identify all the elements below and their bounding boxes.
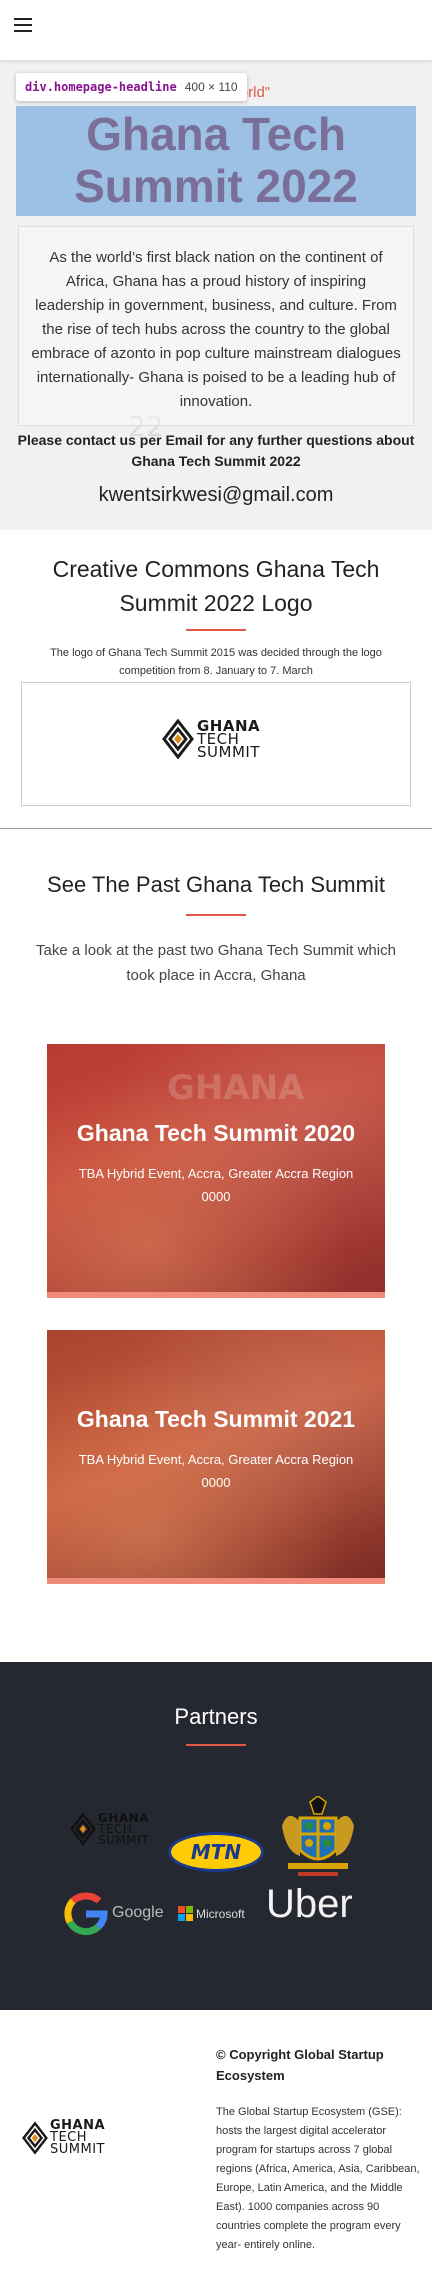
partner-logo-uber[interactable]: Uber — [266, 1882, 353, 1927]
logo-word-3: SUMMIT — [98, 1832, 149, 1847]
partners-title: Partners — [174, 1704, 258, 1729]
partner-logo-google[interactable]: Google — [64, 1888, 164, 1938]
devtools-dims: 400 × 110 — [184, 80, 238, 94]
title-separator — [186, 1744, 246, 1746]
microsoft-label: Microsoft — [196, 1906, 245, 1921]
title-separator — [186, 629, 246, 631]
devtools-tooltip: div.homepage-headline 400 × 110 — [16, 73, 247, 101]
card-title[interactable]: Ghana Tech Summit 2021 — [47, 1406, 385, 1433]
contact-email-link[interactable]: kwentsirkwesi@gmail.com — [16, 484, 416, 507]
card-title[interactable]: Ghana Tech Summit 2020 — [47, 1120, 385, 1147]
summit-card-2020[interactable]: GHANA Ghana Tech Summit 2020 TBA Hybrid … — [47, 1044, 385, 1298]
homepage-headline: Ghana Tech Summit 2022 — [16, 108, 416, 212]
mtn-label: MTN — [190, 1840, 242, 1864]
logo-word-3: SUMMIT — [197, 742, 260, 761]
logo-diamond-icon — [70, 1812, 96, 1846]
logo-diamond-icon — [22, 2121, 48, 2155]
headline-line-1: Ghana Tech — [86, 108, 346, 160]
past-summits-text: Take a look at the past two Ghana Tech S… — [36, 942, 396, 984]
section-divider — [0, 828, 432, 829]
ghana-tech-summit-logo: GHANA TECH SUMMIT — [162, 718, 260, 761]
top-bar — [0, 0, 432, 60]
logo-box: GHANA TECH SUMMIT — [21, 682, 411, 806]
google-label: Google — [112, 1904, 164, 1921]
devtools-tag: div.homepage-headline — [25, 80, 177, 94]
card-code: 0000 — [201, 1189, 231, 1204]
card-bottom-bar — [47, 1578, 385, 1584]
hamburger-icon[interactable] — [14, 18, 32, 32]
card-watermark: GHANA — [167, 1068, 305, 1108]
footer-logo[interactable]: GHANA TECH SUMMIT — [22, 2119, 105, 2157]
card-code: 0000 — [201, 1475, 231, 1490]
contact-text: Please contact us per Email for any furt… — [17, 432, 415, 469]
partner-logo-microsoft[interactable]: Microsoft — [178, 1906, 245, 1921]
hero-intro-text: As the world’s first black nation on the… — [31, 249, 401, 410]
page: 22 div.homepage-headline400 × 110 Techno… — [0, 0, 432, 2286]
card-location: TBA Hybrid Event, Accra, Greater Accra R… — [78, 1452, 354, 1467]
past-summits-title: See The Past Ghana Tech Summit — [47, 872, 385, 897]
creative-commons-text: The logo of Ghana Tech Summit 2015 was d… — [50, 647, 382, 677]
card-bottom-bar — [47, 1292, 385, 1298]
logo-diamond-icon — [162, 719, 194, 759]
footer-description: The Global Startup Ecosystem (GSE): host… — [216, 2106, 420, 2251]
summit-card-2021[interactable]: Ghana Tech Summit 2021 TBA Hybrid Event,… — [47, 1330, 385, 1584]
partner-logo-ghana-coat-of-arms[interactable] — [270, 1796, 366, 1880]
partner-logo-mtn[interactable]: MTN — [168, 1832, 264, 1872]
microsoft-icon — [178, 1906, 193, 1921]
title-separator — [186, 914, 246, 916]
card-location: TBA Hybrid Event, Accra, Greater Accra R… — [78, 1166, 354, 1181]
headline-line-2: Summit 2022 — [74, 160, 358, 212]
google-g-icon — [64, 1892, 108, 1936]
logo-word-3: SUMMIT — [50, 2142, 105, 2157]
creative-commons-title: Creative Commons Ghana Tech Summit 2022 … — [52, 556, 380, 616]
footer-copyright: © Copyright Global Startup Ecosystem — [216, 2047, 384, 2083]
partner-logo-ghana-tech-summit[interactable]: GHANA TECH SUMMIT — [70, 1812, 149, 1846]
